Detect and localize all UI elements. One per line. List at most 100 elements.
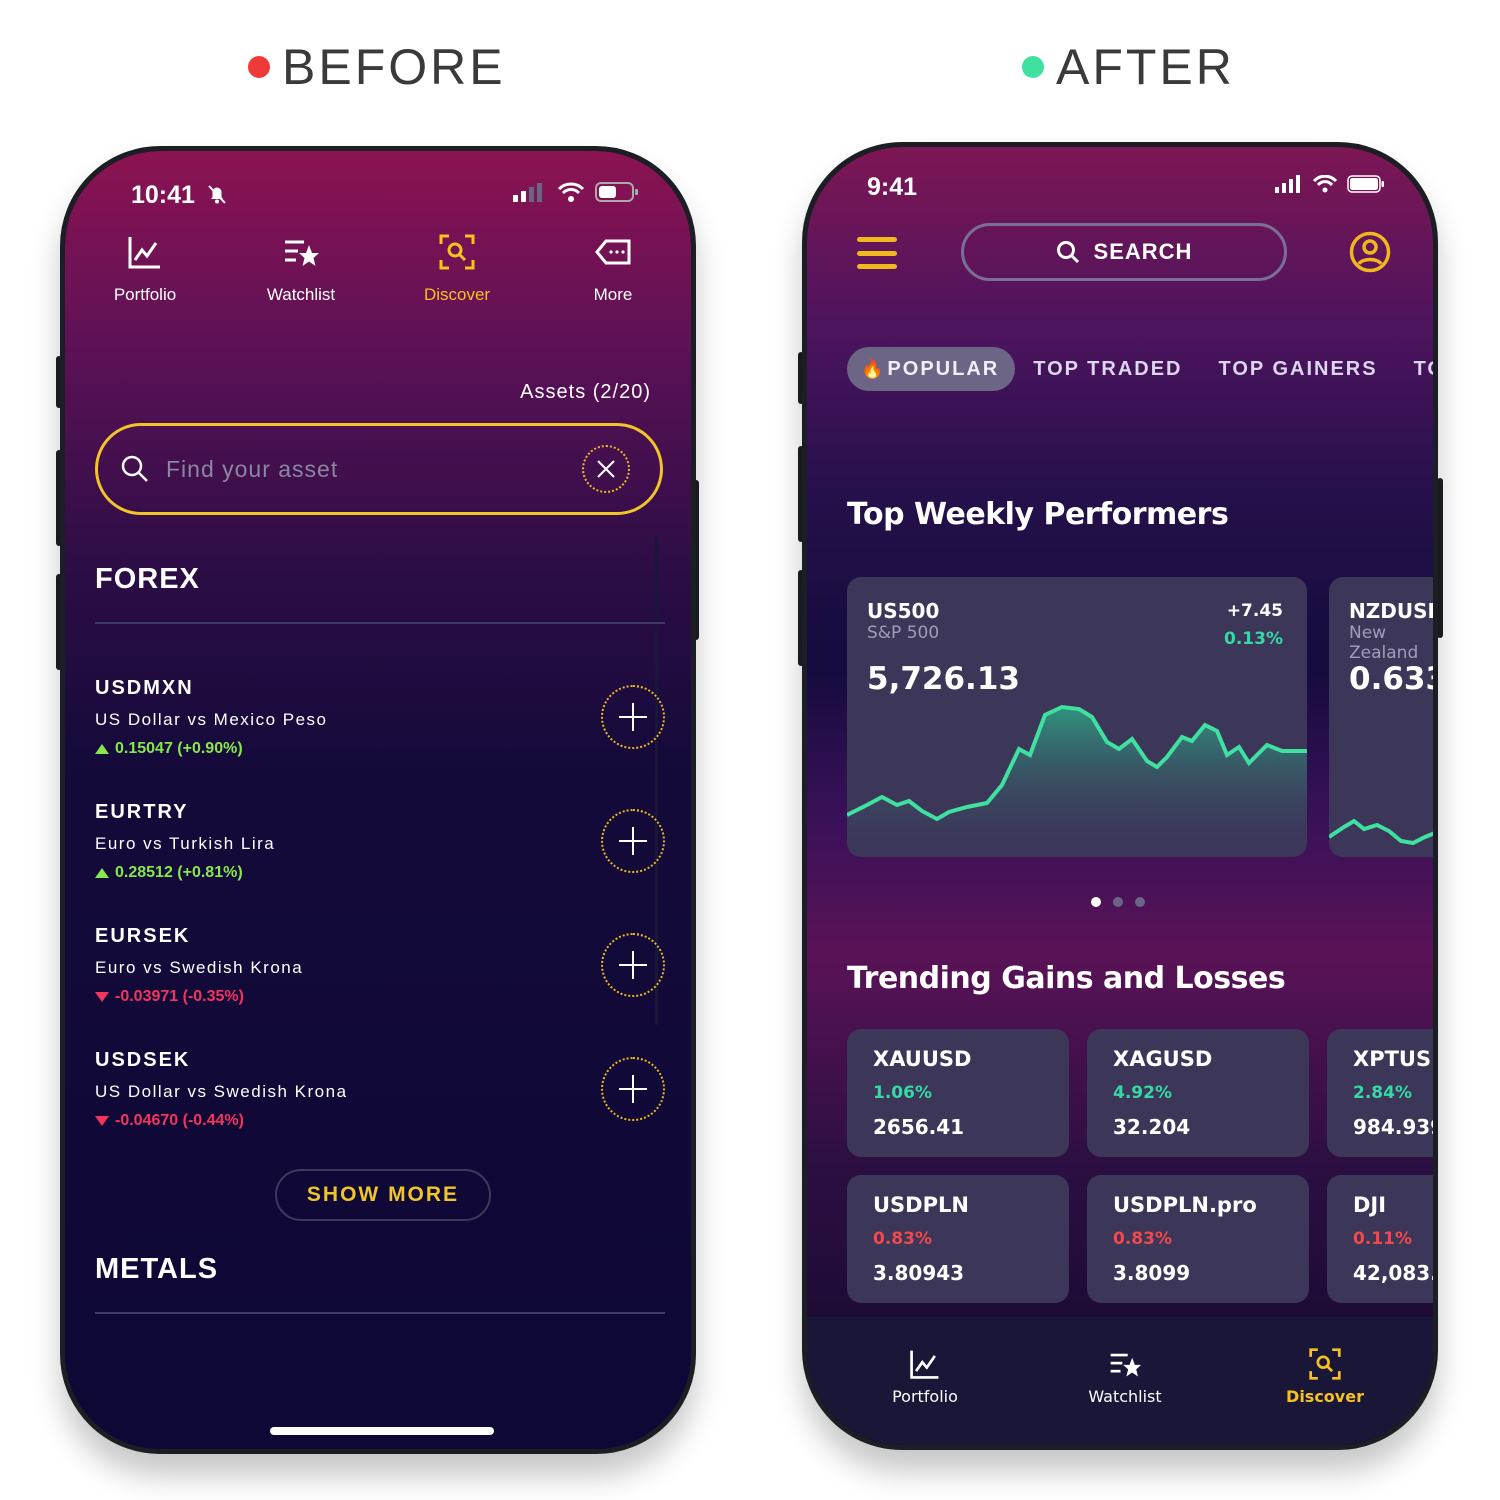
- trending-symbol: XAUUSD: [873, 1047, 972, 1071]
- add-asset-button[interactable]: [601, 933, 665, 997]
- trending-title: Trending Gains and Losses: [847, 961, 1286, 996]
- nav-discover[interactable]: Discover: [1245, 1347, 1405, 1406]
- trending-pct: 1.06%: [873, 1083, 932, 1103]
- discover-scan-icon: [1309, 1348, 1341, 1380]
- trending-value: 3.80943: [873, 1261, 965, 1285]
- nav-portfolio[interactable]: Portfolio: [845, 1347, 1005, 1406]
- search-icon: [1056, 241, 1079, 264]
- before-dot: [248, 56, 270, 78]
- trending-symbol: XPTUSD: [1353, 1047, 1433, 1071]
- trending-symbol: USDPLN.pro: [1113, 1193, 1257, 1217]
- bell-muted-icon: [205, 182, 229, 211]
- performer-card[interactable]: US500 S&P 500 5,726.13 +7.45 0.13%: [847, 577, 1307, 857]
- asset-name: US Dollar vs Mexico Peso: [95, 710, 328, 729]
- carousel-dot[interactable]: [1091, 897, 1101, 907]
- home-indicator[interactable]: [270, 1427, 494, 1435]
- menu-line: [857, 264, 897, 269]
- add-asset-button[interactable]: [601, 685, 665, 749]
- signal-icon: [1275, 175, 1300, 193]
- asset-change: -0.04670 (-0.44%): [95, 1112, 244, 1130]
- after-dot: [1022, 56, 1044, 78]
- wifi-icon: [557, 182, 585, 202]
- trending-card[interactable]: XAGUSD 4.92% 32.204: [1087, 1029, 1309, 1157]
- nav-more-label: More: [593, 285, 633, 304]
- carousel-dot[interactable]: [1113, 897, 1123, 907]
- search-button[interactable]: SEARCH: [961, 223, 1287, 281]
- nav-more[interactable]: More: [535, 233, 691, 305]
- trending-card[interactable]: USDPLN 0.83% 3.80943: [847, 1175, 1069, 1303]
- performer-name: New Zealand: [1349, 623, 1419, 663]
- show-more-button[interactable]: SHOW MORE: [275, 1169, 491, 1221]
- asset-change-value: -0.03971 (-0.35%): [115, 988, 244, 1005]
- performer-pct: 0.13%: [1224, 629, 1283, 649]
- asset-search-box[interactable]: [95, 423, 663, 515]
- flame-icon: 🔥: [861, 358, 886, 379]
- before-heading-label: BEFORE: [282, 39, 506, 95]
- bottom-tab-bar: Portfolio Watchlist Discover: [807, 1317, 1433, 1445]
- asset-search-input[interactable]: [166, 455, 582, 483]
- top-nav: Portfolio Watchlist Discover More: [65, 233, 691, 305]
- tab-popular[interactable]: 🔥 POPULAR: [847, 347, 1016, 391]
- comparison-canvas: BEFORE AFTER 10:41 Portfolio Watchlist D…: [0, 0, 1500, 1500]
- section-title-forex: FOREX: [95, 563, 200, 595]
- menu-line: [857, 237, 897, 242]
- nav-portfolio[interactable]: Portfolio: [67, 233, 223, 305]
- add-asset-button[interactable]: [601, 1057, 665, 1121]
- status-icons: [1275, 175, 1385, 193]
- hamburger-menu-button[interactable]: [857, 237, 897, 269]
- asset-row[interactable]: USDMXN US Dollar vs Mexico Peso 0.15047 …: [95, 677, 665, 767]
- tab-top-traded[interactable]: TOP TRADED: [1015, 358, 1200, 381]
- performer-delta: +7.45: [1226, 601, 1283, 621]
- add-asset-button[interactable]: [601, 809, 665, 873]
- trending-pct: 0.11%: [1353, 1229, 1412, 1249]
- nav-watchlist[interactable]: Watchlist: [1045, 1347, 1205, 1406]
- trending-symbol: USDPLN: [873, 1193, 969, 1217]
- carousel-dot[interactable]: [1135, 897, 1145, 907]
- trending-card[interactable]: XPTUSD 2.84% 984.939: [1327, 1029, 1433, 1157]
- asset-row[interactable]: EURTRY Euro vs Turkish Lira 0.28512 (+0.…: [95, 801, 665, 891]
- chart-line-icon: [128, 237, 160, 269]
- nav-discover[interactable]: Discover: [379, 233, 535, 305]
- before-heading: BEFORE: [248, 38, 506, 96]
- before-screen: 10:41 Portfolio Watchlist Discover More …: [65, 151, 691, 1449]
- section-divider: [95, 1312, 665, 1314]
- profile-icon[interactable]: [1349, 231, 1391, 273]
- asset-symbol: USDMXN: [95, 677, 194, 699]
- top-weekly-performers-title: Top Weekly Performers: [847, 497, 1229, 532]
- trending-value: 32.204: [1113, 1115, 1191, 1139]
- tab-top-gainers[interactable]: TOP GAINERS: [1201, 358, 1396, 381]
- after-heading-label: AFTER: [1056, 39, 1235, 95]
- tab-top-losers[interactable]: TO: [1396, 358, 1433, 381]
- trending-card[interactable]: USDPLN.pro 0.83% 3.8099: [1087, 1175, 1309, 1303]
- trending-card[interactable]: DJI 0.11% 42,083.: [1327, 1175, 1433, 1303]
- more-tag-icon: [595, 239, 631, 265]
- plus-icon: [619, 1075, 647, 1103]
- nav-watchlist[interactable]: Watchlist: [223, 233, 379, 305]
- clear-search-button[interactable]: [582, 445, 630, 493]
- status-time: 9:41: [867, 173, 918, 201]
- triangle-up-icon: [95, 744, 109, 754]
- before-phone: 10:41 Portfolio Watchlist Discover More …: [60, 146, 696, 1454]
- nav-portfolio-label: Portfolio: [892, 1387, 958, 1406]
- asset-symbol: USDSEK: [95, 1049, 191, 1071]
- assets-count: Assets (2/20): [520, 381, 651, 403]
- trending-symbol: DJI: [1353, 1193, 1387, 1217]
- status-time: 10:41: [131, 181, 195, 209]
- asset-change: -0.03971 (-0.35%): [95, 988, 244, 1006]
- asset-row[interactable]: EURSEK Euro vs Swedish Krona -0.03971 (-…: [95, 925, 665, 1015]
- triangle-up-icon: [95, 868, 109, 878]
- trending-value: 984.939: [1353, 1115, 1433, 1139]
- asset-row[interactable]: USDSEK US Dollar vs Swedish Krona -0.046…: [95, 1049, 665, 1139]
- asset-symbol: EURTRY: [95, 801, 189, 823]
- triangle-down-icon: [95, 992, 109, 1002]
- performer-card[interactable]: NZDUSD New Zealand 0.633: [1329, 577, 1433, 857]
- performer-symbol: US500: [867, 599, 940, 623]
- sparkline-area: [847, 707, 1307, 857]
- trending-pct: 4.92%: [1113, 1083, 1172, 1103]
- trending-card[interactable]: XAUUSD 1.06% 2656.41: [847, 1029, 1069, 1157]
- chart-line-icon: [910, 1350, 939, 1379]
- trending-value: 42,083.: [1353, 1261, 1433, 1285]
- watchlist-star-icon: [285, 240, 319, 266]
- status-icons: [513, 181, 639, 203]
- sparkline-chart: [847, 704, 1307, 857]
